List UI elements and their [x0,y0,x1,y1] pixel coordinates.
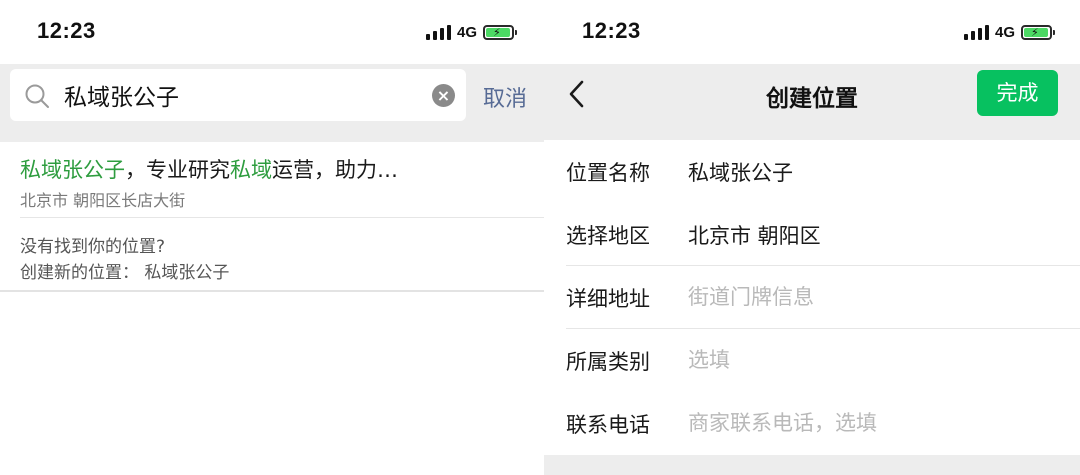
form-row-name[interactable]: 位置名称 私域张公子 [544,140,1080,203]
title-text: ，专业研究 [125,158,230,182]
form-row-address[interactable]: 详细地址 [544,266,1080,329]
search-box[interactable]: × [10,69,466,121]
navigation-bar: 创建位置 完成 [544,64,1080,140]
create-location-screen: 12:23 4G ⚡ 创建位置 完成 位置名称 私域张公子 选择地区 北京市 朝… [544,0,1080,475]
battery-charging-icon: ⚡ [1021,24,1056,40]
result-title: 私域张公子，专业研究私域运营，助力… [20,154,398,184]
status-indicators: 4G ⚡ [964,22,1056,42]
network-label: 4G [995,23,1016,41]
status-indicators: 4G ⚡ [426,22,518,42]
status-time: 12:23 [37,18,96,43]
phone-input[interactable] [688,400,1058,446]
location-form: 位置名称 私域张公子 选择地区 北京市 朝阳区 详细地址 所属类别 联系电话 [544,140,1080,455]
category-input[interactable] [688,337,1058,383]
create-location-item[interactable]: 没有找到你的位置? 创建新的位置： 私域张公子 [0,220,544,290]
title-text: 运营，助力… [272,158,398,182]
search-icon [25,84,49,108]
search-bar: × 取消 [0,64,544,142]
search-input[interactable] [64,69,424,121]
result-address: 北京市 朝阳区长店大街 [20,191,186,210]
divider [0,290,544,292]
signal-icon [964,24,989,40]
battery-charging-icon: ⚡ [483,24,518,40]
title-highlight: 私域 [230,158,272,182]
form-row-region[interactable]: 选择地区 北京市 朝阳区 [544,203,1080,266]
divider [20,217,544,218]
search-screen: 12:23 4G ⚡ × 取消 私域张公子，专业研究私域运营，助力… 北京市 朝… [0,0,544,475]
not-found-hint: 没有找到你的位置? [20,237,166,257]
status-bar: 12:23 4G ⚡ [544,0,1080,64]
status-bar: 12:23 4G ⚡ [0,0,544,64]
region-value[interactable]: 北京市 朝阳区 [688,220,821,250]
create-new-location-link[interactable]: 创建新的位置： 私域张公子 [20,258,229,283]
name-value[interactable]: 私域张公子 [688,157,793,187]
name-label: 位置名称 [566,161,650,185]
category-label: 所属类别 [566,350,650,374]
signal-icon [426,24,451,40]
done-button[interactable]: 完成 [977,70,1058,116]
status-time: 12:23 [582,18,641,43]
network-label: 4G [457,23,478,41]
address-input[interactable] [688,274,1058,320]
form-row-phone[interactable]: 联系电话 [544,392,1080,455]
region-label: 选择地区 [566,224,650,248]
form-row-category[interactable]: 所属类别 [544,329,1080,392]
phone-label: 联系电话 [566,413,650,437]
location-result-item[interactable]: 私域张公子，专业研究私域运营，助力… 北京市 朝阳区长店大街 [0,142,544,220]
address-label: 详细地址 [566,287,650,311]
clear-icon[interactable]: × [432,84,455,107]
cancel-button[interactable]: 取消 [483,81,527,113]
title-highlight: 私域张公子 [20,158,125,182]
bottom-background [544,455,1080,475]
